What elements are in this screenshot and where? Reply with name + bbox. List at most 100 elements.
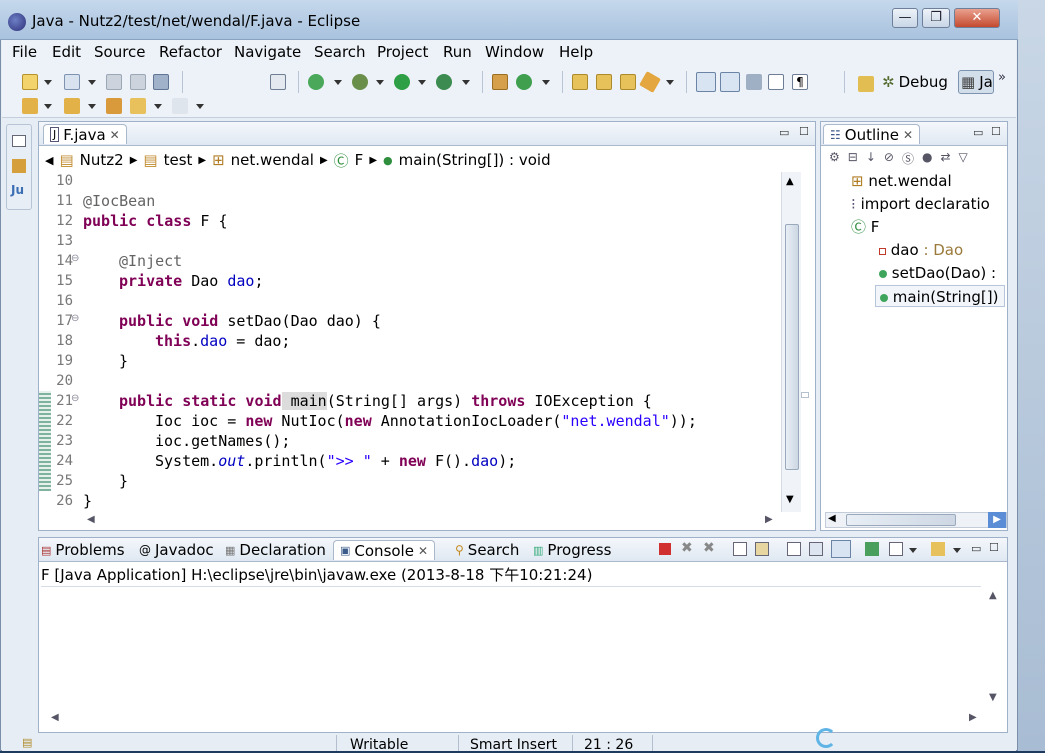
view-menu-icon[interactable]: ▽ — [959, 150, 968, 166]
scroll-thumb[interactable] — [846, 514, 956, 526]
new-icon[interactable] — [22, 74, 38, 90]
show-whitespace-icon[interactable] — [746, 74, 762, 90]
hide-local-types-icon[interactable]: ● — [922, 150, 932, 166]
word-wrap-icon[interactable] — [787, 542, 801, 556]
scroll-thumb[interactable] — [785, 224, 799, 470]
menu-run[interactable]: Run — [443, 43, 472, 61]
last-edit-icon[interactable] — [106, 98, 122, 114]
outline-item-package[interactable]: ⊞ net.wendal — [851, 170, 952, 192]
open-type-icon[interactable] — [270, 74, 286, 90]
maximize-outline-icon[interactable]: ☐ — [991, 125, 1001, 138]
remove-all-icon[interactable]: ✖ — [703, 540, 715, 556]
hide-fields-icon[interactable]: ⚙ — [829, 150, 840, 166]
toggle-mark-occurrences-icon[interactable] — [696, 72, 716, 92]
remove-launch-icon[interactable]: ✖ — [681, 540, 693, 556]
maximize-button[interactable]: ❐ — [922, 8, 950, 28]
outline-item-imports[interactable]: ⁝ import declaratio — [851, 193, 990, 215]
console-output[interactable] — [39, 587, 989, 729]
next-annotation-dropdown-icon[interactable] — [44, 104, 52, 109]
menu-project[interactable]: Project — [377, 43, 428, 61]
debug-perspective-button[interactable]: ✲ Debug — [882, 70, 948, 94]
debug-dropdown-icon[interactable] — [376, 80, 384, 85]
maximize-bottom-icon[interactable]: ☐ — [989, 541, 999, 554]
menu-source[interactable]: Source — [94, 43, 146, 61]
collapse-all-icon[interactable]: ⊟ — [848, 150, 858, 166]
back-dropdown-icon[interactable] — [154, 104, 162, 109]
scroll-down-icon[interactable]: ▼ — [786, 494, 794, 505]
minimize-outline-icon[interactable]: ▭ — [973, 126, 983, 139]
scroll-right-icon[interactable]: ▶ — [765, 514, 773, 525]
tab-problems[interactable]: ▤ Problems — [41, 540, 125, 560]
run-icon[interactable] — [394, 74, 410, 90]
scroll-up-icon[interactable]: ▲ — [786, 176, 794, 187]
scroll-right-icon[interactable]: ▶ — [988, 512, 1006, 528]
tab-javadoc[interactable]: @ Javadoc — [139, 540, 214, 560]
open-console-icon[interactable] — [931, 542, 945, 556]
menu-help[interactable]: Help — [559, 43, 593, 61]
show-stdout-icon[interactable] — [809, 542, 823, 556]
menu-navigate[interactable]: Navigate — [234, 43, 301, 61]
save-all-icon[interactable] — [130, 74, 146, 90]
open-file-icon[interactable] — [620, 74, 636, 90]
save-icon[interactable] — [106, 74, 122, 90]
debug-tool-dropdown-icon[interactable] — [334, 80, 342, 85]
breadcrumb-package[interactable]: net.wendal — [231, 151, 314, 169]
editor-vertical-scrollbar[interactable]: ▲ ▼ — [781, 172, 801, 512]
scroll-left-icon[interactable]: ◀ — [87, 514, 95, 525]
paragraph-icon[interactable]: ¶ — [792, 74, 808, 90]
fold-icon[interactable]: ⊖ — [71, 393, 79, 404]
more-perspectives-icon[interactable]: » — [998, 70, 1006, 85]
terminate-icon[interactable] — [659, 543, 671, 555]
close-outline-icon[interactable]: ✕ — [903, 128, 913, 142]
minimize-button[interactable]: — — [892, 8, 918, 28]
breadcrumb-method[interactable]: main(String[]) : void — [399, 151, 551, 169]
fast-view-icon[interactable]: ▤ — [22, 736, 32, 749]
new-java-dropdown-icon[interactable] — [88, 80, 96, 85]
show-source-icon[interactable] — [768, 74, 784, 90]
java-perspective-button[interactable]: ▦ Ja — [958, 70, 994, 94]
tab-outline[interactable]: ☷ Outline ✕ — [823, 124, 921, 144]
outline-horizontal-scrollbar[interactable]: ◀ ▶ — [825, 512, 1007, 528]
restore-icon[interactable] — [12, 135, 26, 147]
new-class-dropdown-icon[interactable] — [542, 80, 550, 85]
fold-icon[interactable]: ⊖ — [71, 313, 79, 324]
maximize-editor-icon[interactable]: ☐ — [799, 125, 809, 138]
open-project-icon[interactable] — [596, 74, 612, 90]
outline-item-class[interactable]: Ⓒ F — [851, 216, 879, 238]
print-icon[interactable] — [153, 74, 169, 90]
link-editor-icon[interactable]: ⇄ — [940, 150, 950, 166]
prev-annotation-dropdown-icon[interactable] — [88, 104, 96, 109]
breadcrumb-project[interactable]: Nutz2 — [80, 151, 124, 169]
scroll-lock-icon[interactable] — [755, 542, 769, 556]
debug-icon[interactable] — [352, 74, 368, 90]
forward-icon[interactable] — [172, 98, 188, 114]
outline-item-main[interactable]: main(String[]) — [875, 285, 1005, 307]
brush-icon[interactable] — [639, 71, 661, 93]
back-icon[interactable] — [130, 98, 146, 114]
scroll-down-icon[interactable]: ▼ — [989, 692, 997, 703]
toggle-highlight-icon[interactable] — [720, 72, 740, 92]
new-dropdown-icon[interactable] — [44, 80, 52, 85]
external-tools-icon[interactable] — [436, 74, 452, 90]
hide-non-public-icon[interactable]: ⊘ — [884, 150, 894, 166]
forward-dropdown-icon[interactable] — [196, 104, 204, 109]
run-dropdown-icon[interactable] — [418, 80, 426, 85]
close-console-icon[interactable]: ✕ — [418, 544, 428, 558]
package-explorer-icon[interactable] — [12, 159, 26, 173]
breadcrumb-class[interactable]: F — [355, 151, 364, 169]
open-perspective-icon[interactable] — [858, 76, 874, 92]
outline-item-field[interactable]: dao : Dao — [879, 239, 963, 261]
outline-item-method[interactable]: setDao(Dao) : — [879, 262, 996, 284]
tab-f-java[interactable]: J F.java ✕ — [43, 124, 127, 144]
scroll-right-icon[interactable]: ▶ — [969, 712, 977, 723]
tab-search[interactable]: ⚲ Search — [455, 540, 519, 560]
scroll-left-icon[interactable]: ◀ — [828, 513, 836, 524]
menu-refactor[interactable]: Refactor — [159, 43, 222, 61]
menu-file[interactable]: File — [12, 43, 37, 61]
tab-declaration[interactable]: ▦ Declaration — [225, 540, 326, 560]
new-class-icon[interactable] — [516, 74, 532, 90]
junit-icon[interactable]: Ju — [11, 183, 24, 197]
show-stderr-icon[interactable] — [831, 540, 851, 558]
close-tab-icon[interactable]: ✕ — [110, 128, 120, 142]
code-text[interactable]: @IocBean public class F { @Inject privat… — [83, 171, 783, 511]
